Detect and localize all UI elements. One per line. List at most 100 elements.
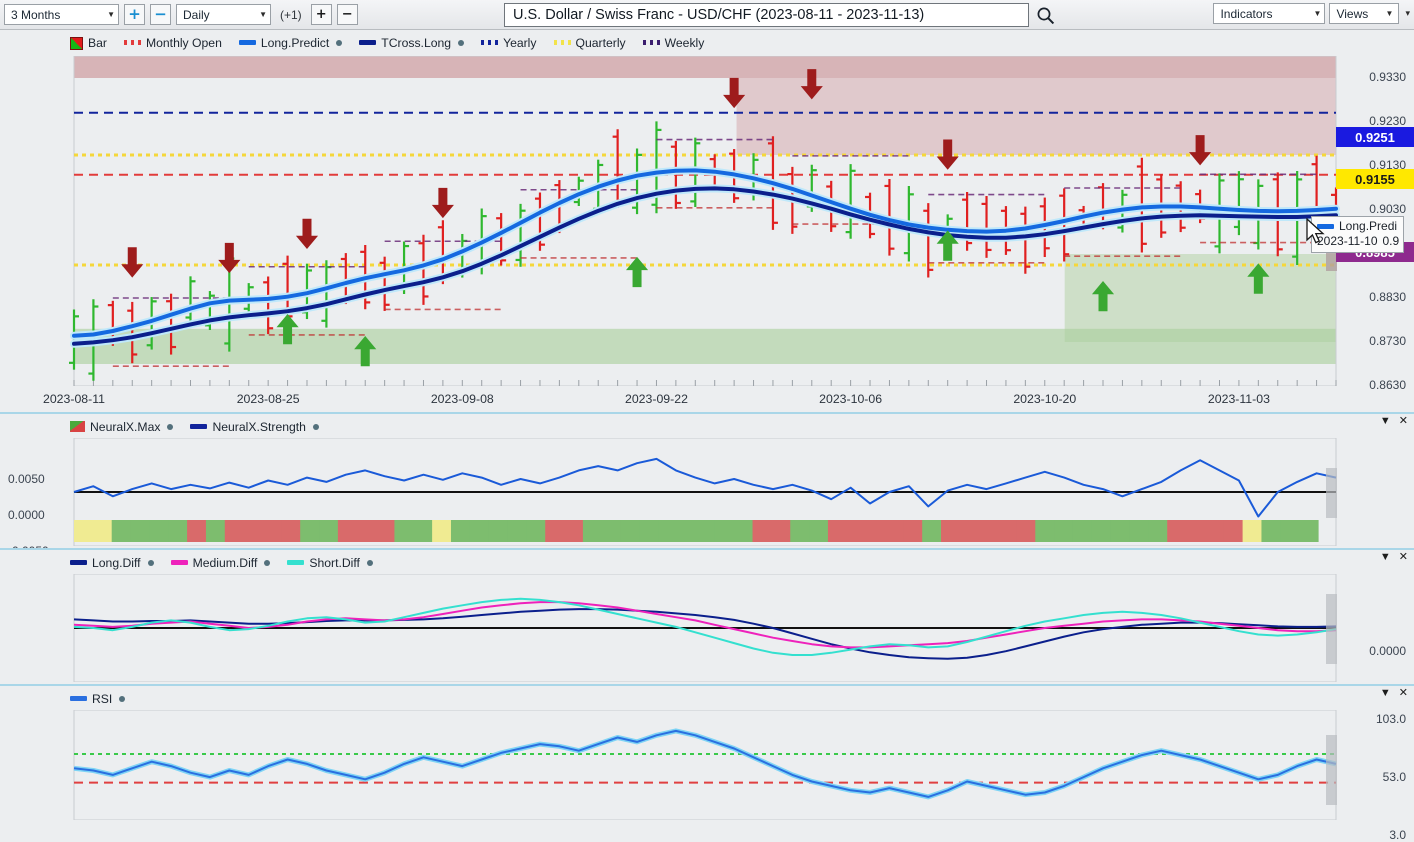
offset-label: (+1) [280, 7, 302, 22]
rsi-close-button[interactable]: ✕ [1399, 688, 1408, 699]
views-menu[interactable]: Views ▼ [1329, 3, 1400, 24]
y-axis-label: 0.9030 [1369, 202, 1406, 216]
legend-label: Monthly Open [145, 35, 222, 50]
legend-item-neuralx-max[interactable]: NeuralX.Max [70, 419, 174, 434]
interval-select[interactable]: Daily ▼ [176, 4, 271, 25]
diff-legend: Long.Diff Medium.Diff Short.Diff [70, 550, 373, 576]
price-chart-panel: Bar Monthly Open Long.Predict TCross.Long Ye… [0, 30, 1414, 412]
tooltip-value-row: 2023-11-10 0.9 [1317, 234, 1399, 249]
legend-item-medium-diff[interactable]: Medium.Diff [170, 555, 271, 570]
diff-panel: Long.Diff Medium.Diff Short.Diff ▼ ✕ 0.000… [0, 550, 1414, 684]
neuralx-legend: NeuralX.Max NeuralX.Strength [70, 414, 319, 440]
chevron-down-icon: ▼ [1385, 9, 1394, 18]
legend-settings-dot-icon[interactable] [366, 559, 373, 566]
legend-item-quarterly[interactable]: Quarterly [553, 35, 626, 50]
legend-item-monthly-open[interactable]: Monthly Open [123, 35, 222, 50]
legend-settings-dot-icon[interactable] [336, 39, 343, 46]
x-axis-label: 2023-08-11 [43, 392, 105, 406]
legend-item-neuralx-strength[interactable]: NeuralX.Strength [190, 421, 319, 433]
offset-decrease-button[interactable]: − [336, 4, 358, 25]
legend-item-yearly[interactable]: Yearly [481, 35, 537, 50]
rsi-y-axis: 103.0 53.0 3.0 [1342, 700, 1412, 842]
range-select[interactable]: 3 Months ▼ [4, 4, 119, 25]
series-tooltip: Long.Predi 2023-11-10 0.9 [1311, 216, 1405, 253]
legend-settings-dot-icon[interactable] [458, 39, 465, 46]
legend-swatch-icon [70, 36, 83, 50]
legend-label: Quarterly [575, 35, 626, 50]
neuralx-collapse-button[interactable]: ▼ [1380, 416, 1391, 427]
y-axis-label: 0.8730 [1369, 334, 1406, 348]
rsi-plot-area[interactable] [0, 710, 1340, 820]
rsi-legend: RSI [70, 686, 126, 712]
legend-label: TCross.Long [381, 35, 452, 50]
price-level-tag[interactable]: 0.9155 [1336, 169, 1414, 189]
x-axis-label: 2023-10-06 [819, 392, 883, 406]
legend-label: Short.Diff [309, 555, 360, 570]
symbol-search-area: U.S. Dollar / Swiss Franc - USD/CHF (202… [504, 3, 1055, 27]
views-menu-label: Views [1336, 6, 1369, 21]
legend-label: Long.Diff [92, 555, 141, 570]
y-axis-label: 0.9230 [1369, 114, 1406, 128]
search-icon[interactable] [1036, 6, 1055, 25]
indicators-menu[interactable]: Indicators ▼ [1213, 3, 1326, 24]
legend-settings-dot-icon[interactable] [264, 559, 271, 566]
legend-settings-dot-icon[interactable] [312, 423, 319, 430]
legend-settings-dot-icon[interactable] [147, 559, 154, 566]
rsi-panel-controls: ▼ ✕ [1380, 688, 1408, 699]
range-increase-button[interactable]: + [124, 4, 145, 25]
y-axis-label: 103.0 [1375, 712, 1406, 726]
legend-label: NeuralX.Max [90, 419, 161, 434]
legend-label: Medium.Diff [192, 555, 258, 570]
diff-close-button[interactable]: ✕ [1399, 552, 1408, 563]
legend-label: NeuralX.Strength [212, 419, 306, 434]
neuralx-close-button[interactable]: ✕ [1399, 416, 1408, 427]
legend-item-rsi[interactable]: RSI [70, 693, 126, 705]
y-axis-label: 0.9330 [1369, 70, 1406, 84]
legend-item-long-predict[interactable]: Long.Predict [238, 35, 343, 50]
legend-swatch-icon [70, 421, 85, 433]
range-decrease-button[interactable]: − [150, 4, 171, 25]
tooltip-series-swatch [1317, 224, 1334, 229]
neuralx-plot-area[interactable] [0, 438, 1340, 546]
legend-settings-dot-icon[interactable] [119, 695, 126, 702]
legend-item-weekly[interactable]: Weekly [642, 35, 705, 50]
diff-plot-area[interactable] [0, 574, 1340, 682]
legend-swatch-icon [238, 40, 256, 46]
y-axis-label: 3.0 [1389, 828, 1406, 842]
symbol-input[interactable]: U.S. Dollar / Swiss Franc - USD/CHF (202… [504, 3, 1029, 27]
tooltip-value: 0.9 [1382, 234, 1400, 248]
rsi-collapse-button[interactable]: ▼ [1380, 688, 1391, 699]
x-axis-label: 2023-09-08 [430, 392, 494, 406]
legend-item-bar[interactable]: Bar [70, 36, 107, 50]
legend-swatch-icon [642, 40, 660, 46]
neuralx-panel: NeuralX.Max NeuralX.Strength ▼ ✕ 0.0050 0.… [0, 414, 1414, 558]
price-level-tag[interactable]: 0.9251 [1336, 127, 1414, 147]
legend-label: Yearly [503, 35, 537, 50]
legend-swatch-icon [123, 40, 141, 46]
legend-swatch-icon [287, 560, 305, 566]
tooltip-series-name: Long.Predi [1339, 219, 1398, 233]
interval-select-value: Daily [183, 7, 210, 22]
legend-swatch-icon [70, 696, 87, 702]
diff-panel-controls: ▼ ✕ [1380, 552, 1408, 563]
price-plot-area[interactable] [0, 56, 1340, 386]
x-axis-label: 2023-10-20 [1013, 392, 1077, 406]
legend-label: Long.Predict [260, 35, 330, 50]
y-axis-label: 0.0000 [1369, 644, 1406, 658]
diff-collapse-button[interactable]: ▼ [1380, 552, 1391, 563]
x-axis-label: 2023-09-22 [625, 392, 688, 406]
legend-settings-dot-icon[interactable] [167, 423, 174, 430]
offset-increase-button[interactable]: + [310, 4, 332, 25]
legend-swatch-icon [359, 40, 377, 46]
legend-label: Weekly [664, 35, 705, 50]
toolbar-overflow-button[interactable]: ▾ [1403, 8, 1412, 19]
right-toolbar: Indicators ▼ Views ▼ ▾ [1213, 3, 1412, 24]
price-chart-legend: Bar Monthly Open Long.Predict TCross.Long Ye… [70, 30, 704, 56]
legend-item-tcross-long[interactable]: TCross.Long [359, 35, 465, 50]
y-axis-label: 53.0 [1382, 770, 1406, 784]
legend-item-long-diff[interactable]: Long.Diff [70, 557, 154, 569]
range-select-value: 3 Months [11, 7, 61, 22]
legend-item-short-diff[interactable]: Short.Diff [287, 557, 373, 569]
rsi-panel: RSI ▼ ✕ 103.0 53.0 3.0 [0, 686, 1414, 842]
legend-swatch-icon [70, 560, 87, 566]
